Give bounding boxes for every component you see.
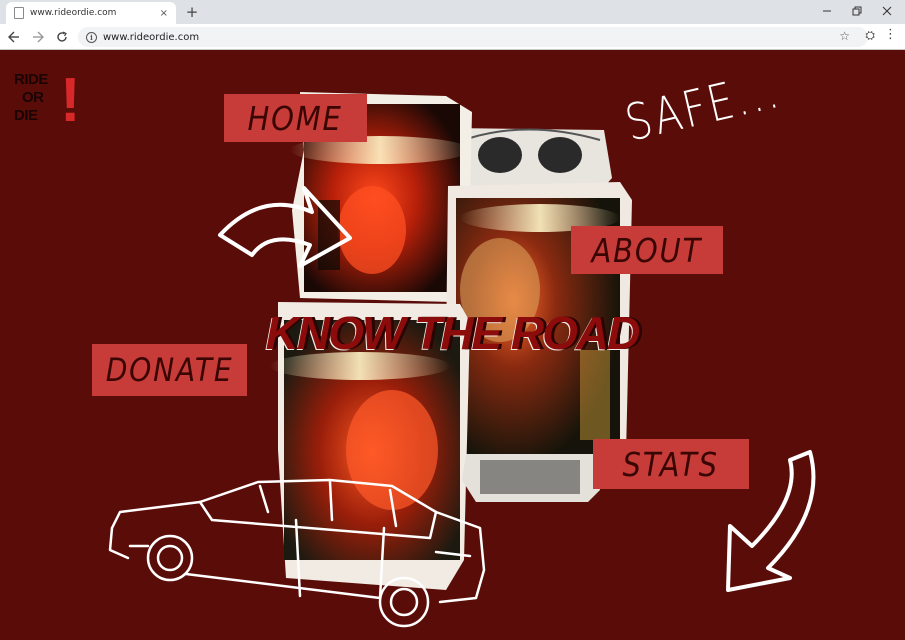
nav-donate-label: DONATE [105,351,234,389]
info-icon[interactable]: i [86,31,97,43]
star-icon[interactable]: ☆ [839,29,850,43]
arrow-left-icon [8,31,19,43]
extension-icon[interactable]: ⛭ [865,28,875,43]
back-button[interactable] [4,27,24,47]
arrow-right-icon [33,31,44,43]
tab-close-icon[interactable]: × [160,8,168,19]
new-tab-button[interactable]: + [182,2,202,22]
reload-button[interactable] [52,27,72,47]
reload-icon [57,31,67,42]
tab-title: www.rideordie.com [30,8,117,18]
nav-stats-link[interactable]: STATS [593,439,749,489]
nav-stats-label: STATS [622,444,720,484]
nav-home-label: HOME [247,98,344,138]
nav-home-link[interactable]: HOME [224,94,367,142]
nav-about-link[interactable]: ABOUT [571,226,723,274]
restore-button[interactable] [842,0,872,22]
nav-about-label: ABOUT [591,230,703,270]
url-text: www.rideordie.com [103,31,200,43]
close-icon [882,6,892,16]
restore-icon [852,6,862,16]
browser-toolbar: i www.rideordie.com ☆ ⛭ ⋮ [0,24,905,50]
tab-bar: www.rideordie.com × + [0,0,905,24]
minimize-icon [823,10,831,12]
headline: KNOW THE ROAD [265,307,641,359]
forward-button[interactable] [28,27,48,47]
page-content: RIDE OR DIE ! SAFE... HOME ABOUT DONATE … [0,50,905,640]
skull-photo-bottom [462,454,600,502]
address-bar[interactable]: i www.rideordie.com ☆ [78,27,868,47]
close-window-button[interactable] [872,0,902,22]
minimize-button[interactable] [812,0,842,22]
kebab-menu-icon[interactable]: ⋮ [884,27,897,42]
page-icon [14,7,24,19]
browser-tab[interactable]: www.rideordie.com × [6,2,176,24]
nav-donate-link[interactable]: DONATE [92,344,247,396]
